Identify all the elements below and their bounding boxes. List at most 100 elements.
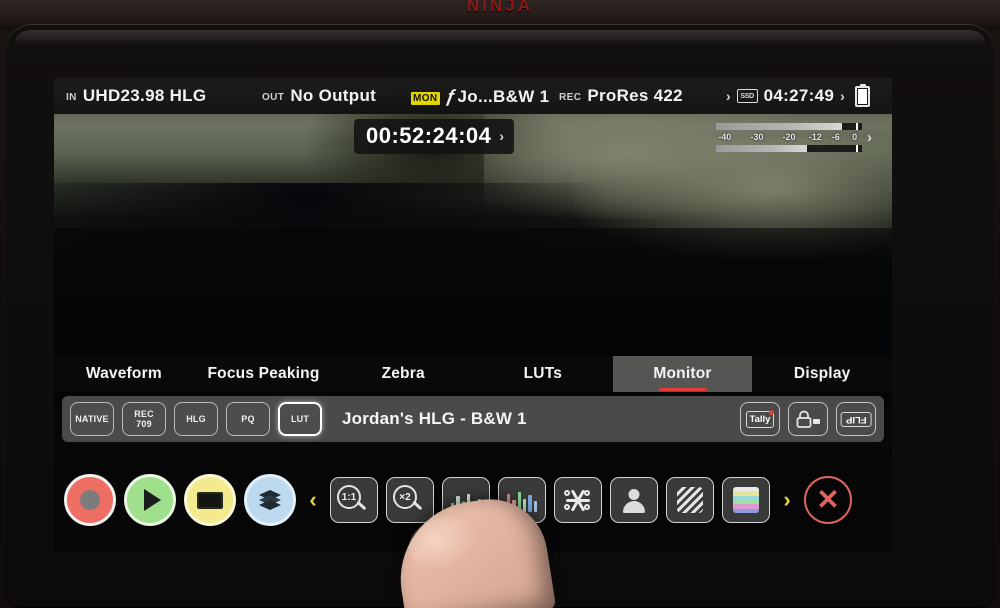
lut-mode-label: NATIVE <box>75 414 109 424</box>
lock-button[interactable] <box>788 402 828 436</box>
magnifier-handle <box>412 500 423 510</box>
color-bars-icon <box>733 487 759 513</box>
tally-indicator-dot <box>769 409 775 415</box>
magnifier-handle <box>356 500 367 510</box>
audio-scale-tick: -30 <box>750 131 764 142</box>
lut-mode-rec709-button[interactable]: REC 709 <box>122 402 166 436</box>
layers-icon <box>259 490 281 510</box>
record-icon <box>80 490 100 510</box>
output-value: No Output <box>290 86 377 105</box>
tab-focus-peaking[interactable]: Focus Peaking <box>194 356 334 392</box>
lock-icon <box>796 410 820 428</box>
active-tab-underline <box>658 388 707 391</box>
media-library-button[interactable] <box>244 474 296 526</box>
tab-label: Display <box>793 365 851 382</box>
record-button[interactable] <box>64 474 116 526</box>
lut-mode-lut-button[interactable]: LUT <box>278 402 322 436</box>
audio-meter-ch1-fill <box>716 122 842 130</box>
audio-meter-ch2-fill <box>716 144 807 152</box>
face-icon <box>621 487 647 513</box>
bezel-gloss-highlight <box>14 30 986 46</box>
monitor-frame-icon <box>197 491 223 509</box>
audio-scale-tick: -40 <box>718 131 732 142</box>
ninja-brand-logo: NINJA <box>466 0 533 15</box>
zebra-button[interactable] <box>666 477 714 523</box>
dock-next-arrow-icon[interactable]: › <box>778 487 796 513</box>
input-value: UHD23.98 HLG <box>82 86 207 105</box>
magnifier-2x-icon: ×2 <box>393 485 427 515</box>
face-head-shape <box>628 489 640 500</box>
tab-label: Monitor <box>653 365 712 382</box>
monitor-label: MON <box>411 91 440 105</box>
tab-label: Zebra <box>381 365 425 382</box>
tab-luts[interactable]: LUTs <box>473 356 613 392</box>
zebra-stripes-icon <box>677 487 703 513</box>
tab-label: LUTs <box>523 365 563 382</box>
zoom-1x1-label: 1:1 <box>337 485 361 509</box>
zoom-1x1-button[interactable]: 1:1 <box>330 477 378 523</box>
lut-name-label[interactable]: Jordan's HLG - B&W 1 <box>330 409 732 429</box>
input-label: IN <box>66 92 77 103</box>
top-status-bar: IN UHD23.98 HLG OUT No Output MON ƒ Jo..… <box>54 78 892 114</box>
lut-mode-pq-button[interactable]: PQ <box>226 402 270 436</box>
vectorscope-button[interactable] <box>554 477 602 523</box>
audio-scale-tick: -6 <box>831 131 840 142</box>
tool-tab-bar[interactable]: Waveform Focus Peaking Zebra LUTs Monitor Dis… <box>54 356 892 392</box>
tab-waveform[interactable]: Waveform <box>54 356 194 392</box>
ssd-icon: SSD <box>736 89 758 103</box>
zoom-2x-button[interactable]: ×2 <box>386 477 434 523</box>
atomos-ninja-device: NINJA IN UHD23.98 HLG OUT No Output MON … <box>0 0 1000 608</box>
output-status[interactable]: OUT No Output <box>262 86 376 106</box>
lut-mode-button-group[interactable]: NATIVE REC 709 HLG PQ LUT <box>70 402 322 436</box>
color-bars-button[interactable] <box>722 477 770 523</box>
audio-meter-ch1 <box>716 122 862 130</box>
media-time-remaining: 04:27:49 <box>763 86 835 105</box>
tab-display[interactable]: Display <box>752 356 892 392</box>
lut-mode-hlg-button[interactable]: HLG <box>174 402 218 436</box>
close-button[interactable]: ✕ <box>804 476 852 524</box>
input-status[interactable]: IN UHD23.98 HLG <box>66 86 206 106</box>
audio-scale-tick: -20 <box>782 131 796 142</box>
audio-meter-ch1-peak <box>856 122 859 130</box>
media-status[interactable]: › SSD 04:27:49 › <box>726 83 870 107</box>
audio-meter-ch2-peak <box>856 144 859 152</box>
timecode-display[interactable]: 00:52:24:04 › <box>354 119 515 154</box>
tab-zebra[interactable]: Zebra <box>333 356 473 392</box>
battery-icon <box>854 83 870 107</box>
record-codec-value: ProRes 422 <box>587 86 683 105</box>
audio-meter-scale: -40 -30 -20 -12 -6 0 <box>716 132 862 143</box>
media-prev-chevron-icon[interactable]: › <box>726 88 731 104</box>
audio-meters[interactable]: -40 -30 -20 -12 -6 0 › <box>716 118 882 156</box>
audio-meter-ch2 <box>716 144 862 152</box>
lut-mode-native-button[interactable]: NATIVE <box>70 402 114 436</box>
monitor-lut-row[interactable]: NATIVE REC 709 HLG PQ LUT Jordan's HLG - B&W … <box>62 396 884 442</box>
audio-scale-tick: -12 <box>808 131 822 142</box>
lut-mode-label: LUT <box>290 414 310 424</box>
audio-chevron-icon[interactable]: › <box>867 129 872 146</box>
skin-tone-button[interactable] <box>610 477 658 523</box>
record-codec-status[interactable]: REC ProRes 422 <box>559 86 683 106</box>
vectorscope-icon <box>564 487 592 513</box>
zoom-2x-label: ×2 <box>393 485 417 509</box>
output-label: OUT <box>262 92 285 103</box>
face-body-shape <box>623 501 645 513</box>
monitor-button[interactable] <box>184 474 236 526</box>
lut-fx-icon: ƒ <box>443 85 458 106</box>
play-button[interactable] <box>124 474 176 526</box>
tally-button[interactable]: Tally <box>740 402 780 436</box>
flip-button[interactable]: FLIP <box>836 402 876 436</box>
monitor-lut-status[interactable]: MON ƒ Jo...B&W 1 <box>411 86 549 107</box>
monitor-lut-value: Jo...B&W 1 <box>457 86 550 106</box>
lut-mode-label: PQ <box>241 414 255 424</box>
lcd-touchscreen[interactable]: IN UHD23.98 HLG OUT No Output MON ƒ Jo..… <box>54 78 892 552</box>
magnifier-1to1-icon: 1:1 <box>337 485 371 515</box>
tab-monitor[interactable]: Monitor <box>612 356 753 392</box>
tab-label: Focus Peaking <box>207 365 320 382</box>
flip-label: FLIP <box>840 411 872 427</box>
media-next-chevron-icon[interactable]: › <box>840 88 845 104</box>
play-icon <box>144 489 161 511</box>
dock-prev-arrow-icon[interactable]: ‹ <box>304 487 322 513</box>
lut-mode-label: HLG <box>186 414 206 424</box>
tally-label: Tally <box>745 409 775 428</box>
timecode-chevron-icon[interactable]: › <box>499 128 504 144</box>
